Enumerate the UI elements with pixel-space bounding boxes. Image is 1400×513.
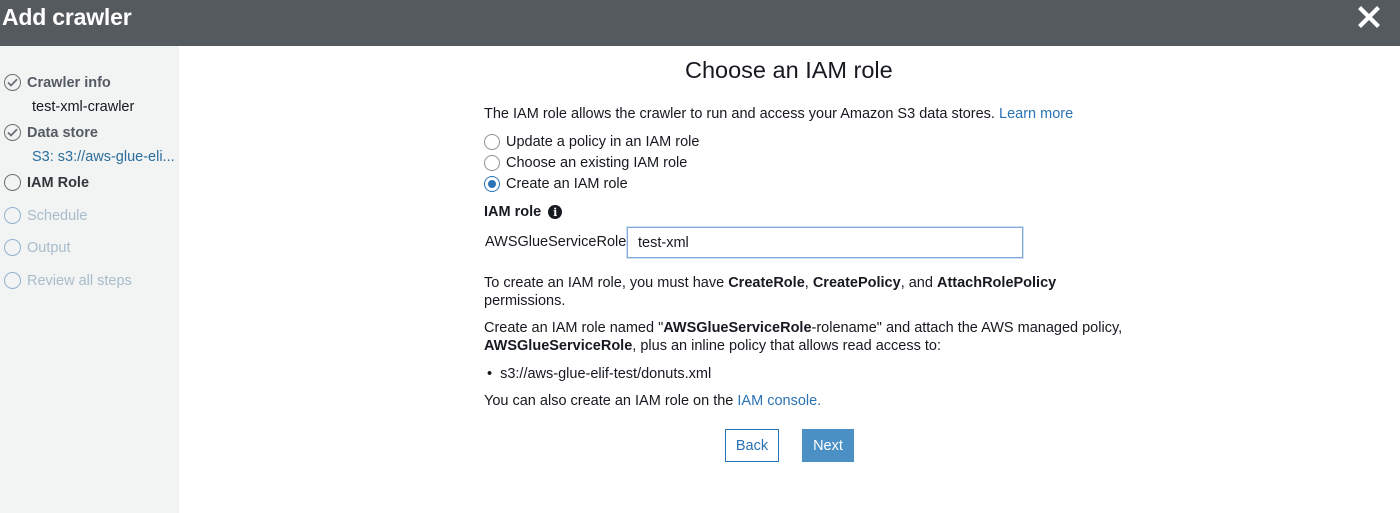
step-summary: test-xml-crawler — [32, 99, 135, 115]
step-label: Data store — [27, 124, 98, 141]
empty-circle-icon — [4, 207, 21, 224]
check-circle-icon — [4, 74, 21, 91]
s3-path: s3://aws-glue-elif-test/donuts.xml — [500, 366, 712, 382]
radio-button-selected[interactable] — [484, 176, 500, 192]
step-crawler-info[interactable]: Crawler info — [4, 74, 111, 91]
radio-choose-existing[interactable]: Choose an existing IAM role — [484, 155, 687, 171]
perm-create-policy: CreatePolicy — [812, 275, 901, 291]
next-button[interactable]: Next — [802, 429, 854, 462]
text-fragment: , — [804, 275, 809, 291]
text-fragment: , and — [900, 275, 933, 291]
iam-console-link[interactable]: IAM console. — [737, 393, 821, 409]
iam-role-field-label: IAM role i — [484, 204, 563, 220]
role-name-input[interactable] — [627, 227, 1023, 258]
step-label: Crawler info — [27, 74, 111, 91]
radio-button[interactable] — [484, 134, 500, 150]
step-schedule: Schedule — [4, 207, 87, 224]
check-circle-icon — [4, 124, 21, 141]
text-fragment: -rolename" and attach the AWS managed po… — [811, 320, 1123, 336]
modal-title: Add crawler — [2, 4, 132, 30]
text-fragment: You can also create an IAM role on the — [484, 393, 734, 409]
radio-update-policy[interactable]: Update a policy in an IAM role — [484, 134, 699, 150]
text-fragment: Create an IAM role named " — [484, 320, 664, 336]
back-button[interactable]: Back — [725, 429, 779, 462]
radio-label: Choose an existing IAM role — [506, 155, 688, 171]
close-icon[interactable] — [1356, 4, 1382, 30]
step-label: Output — [27, 239, 71, 256]
intro-text: The IAM role allows the crawler to run a… — [484, 105, 1073, 123]
text-fragment: To create an IAM role, you must have — [484, 275, 725, 291]
radio-label: Update a policy in an IAM role — [506, 134, 700, 150]
permissions-text: To create an IAM role, you must have Cre… — [484, 274, 1084, 310]
console-text: You can also create an IAM role on the I… — [484, 392, 821, 410]
role-name-prefix: AWSGlueServiceRole- — [485, 234, 632, 250]
intro-sentence: The IAM role allows the crawler to run a… — [484, 106, 995, 122]
empty-circle-icon — [4, 272, 21, 289]
step-label: IAM Role — [27, 174, 90, 191]
empty-circle-icon — [4, 239, 21, 256]
bullet-icon: • — [487, 366, 493, 382]
step-review: Review all steps — [4, 272, 132, 289]
iam-role-label: IAM role — [484, 204, 542, 220]
modal-header: Add crawler — [0, 0, 1400, 46]
perm-create-role: CreateRole — [728, 275, 805, 291]
step-label: Schedule — [27, 207, 88, 224]
empty-circle-icon — [4, 174, 21, 191]
info-icon[interactable]: i — [548, 205, 563, 219]
perm-attach-role-policy: AttachRolePolicy — [936, 275, 1057, 291]
managed-policy-bold: AWSGlueServiceRole — [484, 338, 633, 354]
step-output: Output — [4, 239, 71, 256]
steps-sidebar: Crawler info test-xml-crawler Data store… — [0, 46, 179, 513]
radio-create-role[interactable]: Create an IAM role — [484, 176, 628, 192]
text-fragment: , plus an inline policy that allows read… — [632, 338, 941, 354]
step-data-store[interactable]: Data store — [4, 124, 98, 141]
text-fragment: permissions. — [484, 293, 566, 309]
learn-more-link[interactable]: Learn more — [999, 106, 1073, 122]
radio-label: Create an IAM role — [506, 176, 628, 192]
step-summary-link[interactable]: S3: s3://aws-glue-eli... — [32, 149, 175, 165]
radio-button[interactable] — [484, 155, 500, 171]
page-title: Choose an IAM role — [685, 57, 893, 83]
role-name-bold: AWSGlueServiceRole — [663, 320, 812, 336]
step-iam-role[interactable]: IAM Role — [4, 174, 89, 191]
s3-path-list-item: • s3://aws-glue-elif-test/donuts.xml — [487, 366, 711, 382]
step-label: Review all steps — [27, 272, 132, 289]
create-role-text: Create an IAM role named "AWSGlueService… — [484, 319, 1124, 355]
